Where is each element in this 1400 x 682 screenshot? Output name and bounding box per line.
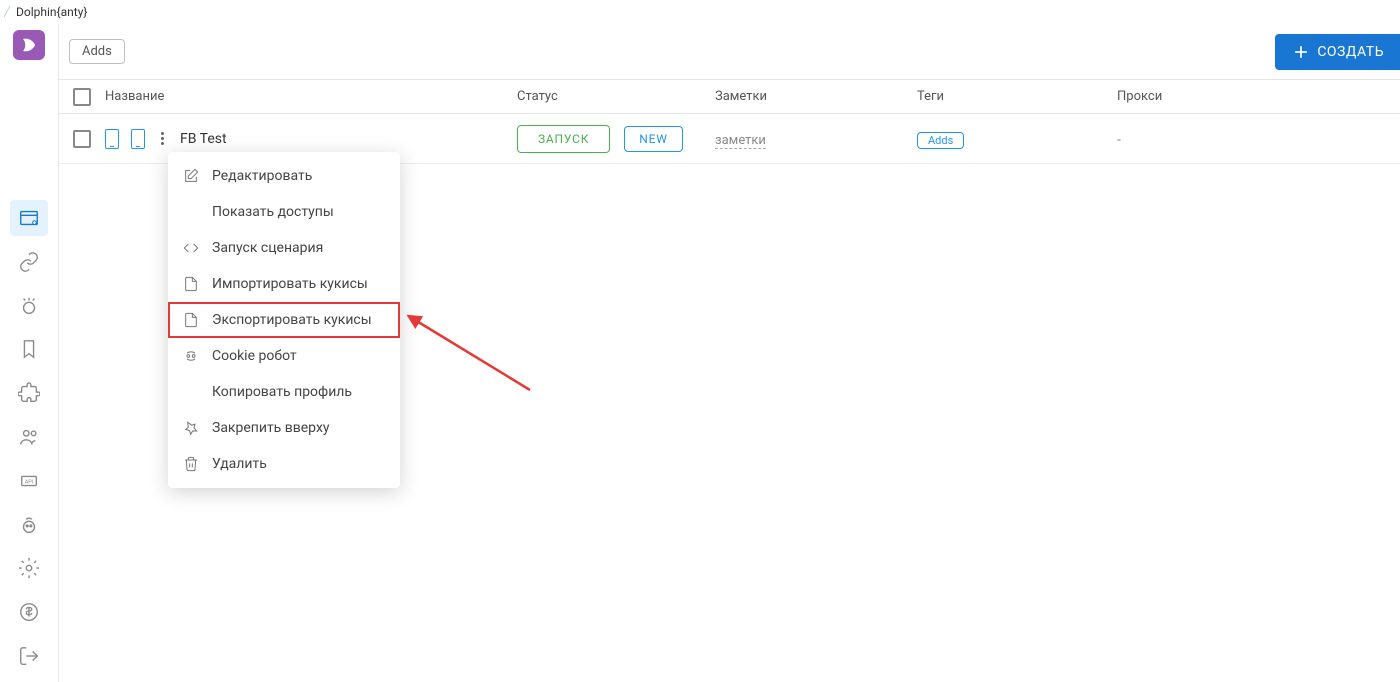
notes-link[interactable]: заметки: [715, 133, 766, 149]
sidebar-users[interactable]: [10, 419, 48, 455]
menu-delete[interactable]: Удалить: [168, 446, 400, 482]
device-icon: [131, 129, 145, 149]
menu-pin-top[interactable]: Закрепить вверху: [168, 410, 400, 446]
sidebar-proxies[interactable]: [10, 244, 48, 280]
context-menu: Редактировать Показать доступы Запуск сц…: [168, 152, 400, 488]
device-icon: [105, 129, 119, 149]
row-checkbox[interactable]: [73, 130, 91, 148]
sidebar-settings[interactable]: [10, 551, 48, 587]
proxy-value: -: [1117, 132, 1121, 148]
sidebar: API: [0, 24, 58, 682]
filter-tag-chip[interactable]: Adds: [69, 39, 125, 64]
sidebar-bookmarks[interactable]: [10, 332, 48, 368]
app-logo[interactable]: [13, 30, 45, 60]
select-all-checkbox[interactable]: [73, 88, 91, 106]
window-title: Dolphin{anty}: [16, 5, 87, 19]
pin-icon: [182, 419, 200, 437]
sidebar-billing[interactable]: [10, 594, 48, 630]
menu-edit[interactable]: Редактировать: [168, 158, 400, 194]
robot-icon: [182, 347, 200, 365]
status-badge: NEW: [624, 126, 682, 152]
menu-cookie-robot[interactable]: Cookie робот: [168, 338, 400, 374]
svg-text:API: API: [24, 479, 33, 485]
menu-copy-profile[interactable]: Копировать профиль: [168, 374, 400, 410]
column-tags: Теги: [917, 89, 1117, 104]
column-notes: Заметки: [715, 89, 917, 104]
code-icon: [182, 239, 200, 257]
table-header: Название Статус Заметки Теги Прокси: [59, 80, 1400, 114]
plus-icon: [1291, 42, 1311, 62]
sidebar-scenarios[interactable]: [10, 288, 48, 324]
menu-import-cookies[interactable]: Импортировать кукисы: [168, 266, 400, 302]
file-icon: [182, 275, 200, 293]
sidebar-browsers[interactable]: [10, 200, 48, 236]
sidebar-logout[interactable]: [10, 638, 48, 674]
column-proxy: Прокси: [1117, 89, 1400, 104]
create-button[interactable]: СОЗДАТЬ: [1275, 34, 1400, 70]
menu-show-access[interactable]: Показать доступы: [168, 194, 400, 230]
sidebar-api[interactable]: API: [10, 463, 48, 499]
row-menu-button[interactable]: [157, 128, 168, 149]
sidebar-extensions[interactable]: [10, 375, 48, 411]
topbar: Adds СОЗДАТЬ: [59, 24, 1400, 80]
window-titlebar: ╱ Dolphin{anty}: [0, 0, 1400, 24]
trash-icon: [182, 455, 200, 473]
profile-name: FB Test: [180, 131, 227, 147]
menu-run-scenario[interactable]: Запуск сценария: [168, 230, 400, 266]
tag-badge: Adds: [917, 132, 964, 149]
column-status: Статус: [517, 89, 715, 104]
launch-button[interactable]: ЗАПУСК: [517, 125, 610, 153]
column-name: Название: [105, 89, 517, 104]
edit-icon: [182, 167, 200, 185]
menu-export-cookies[interactable]: Экспортировать кукисы: [168, 302, 400, 338]
file-icon: [182, 311, 200, 329]
sidebar-automation[interactable]: [10, 507, 48, 543]
